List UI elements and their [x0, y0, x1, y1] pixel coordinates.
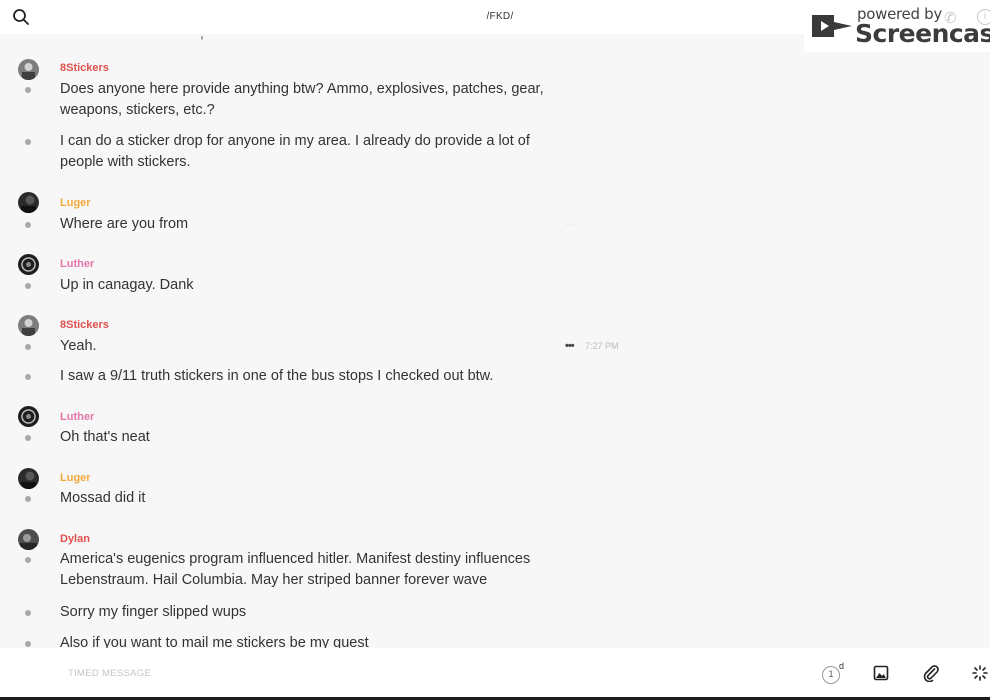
message-bullet	[25, 610, 31, 616]
message-text: Where are you from	[60, 216, 189, 232]
message-bullet	[25, 641, 31, 647]
message-menu-button[interactable]: •••	[565, 340, 575, 352]
avatar[interactable]	[18, 192, 39, 213]
message-bullet	[25, 344, 31, 350]
message-text: Yeah.	[60, 338, 97, 352]
message-text: Oh that's neat	[60, 429, 150, 445]
message-text: Mossad did it	[60, 490, 146, 506]
message-text: Also if you want to mail me stickers be …	[60, 635, 369, 648]
avatar-image	[18, 529, 39, 550]
message-feed: , 8Stickers Does anyone here provide any…	[0, 34, 990, 648]
avatar-image	[18, 315, 39, 336]
avatar-image	[18, 59, 39, 80]
message-composer: TIMED MESSAGE 1 d	[0, 648, 990, 700]
message-timestamp: 7:27 PM	[585, 341, 619, 351]
avatar[interactable]	[18, 59, 39, 80]
info-icon[interactable]: i	[977, 9, 990, 25]
message-text: I can do a sticker drop for anyone in my…	[60, 133, 530, 170]
image-icon[interactable]	[873, 665, 889, 681]
message-bullet	[25, 496, 31, 502]
timer-unit-label: d	[839, 661, 845, 671]
message-input[interactable]: TIMED MESSAGE	[68, 668, 151, 679]
avatar-image	[18, 192, 39, 213]
avatar[interactable]	[18, 529, 39, 550]
phone-icon[interactable]: ✆	[944, 9, 957, 27]
faded-message-timestamp: •••	[565, 220, 585, 230]
timer-button[interactable]: 1	[822, 666, 840, 684]
message-text: I saw a 9/11 truth stickers in one of th…	[60, 368, 494, 384]
avatar[interactable]	[18, 315, 39, 336]
message-username[interactable]: Luther	[60, 411, 94, 423]
message-username[interactable]: 8Stickers	[60, 62, 109, 74]
message-username[interactable]: 8Stickers	[60, 319, 109, 331]
message-bullet	[25, 435, 31, 441]
message-text: Does anyone here provide anything btw? A…	[60, 81, 544, 118]
avatar[interactable]	[18, 468, 39, 489]
message-username[interactable]: Luther	[60, 258, 94, 270]
message-bullet	[25, 557, 31, 563]
avatar[interactable]	[18, 406, 39, 427]
clipped-message-text: ,	[200, 34, 204, 41]
message-username[interactable]: Luger	[60, 197, 91, 209]
paperclip-icon[interactable]	[922, 664, 940, 682]
message-username[interactable]: Dylan	[60, 533, 90, 545]
message-bullet	[25, 283, 31, 289]
message-username[interactable]: Luger	[60, 472, 91, 484]
message-bullet	[25, 139, 31, 145]
message-text: America's eugenics program influenced hi…	[60, 551, 531, 588]
message-bullet	[25, 374, 31, 380]
message-bullet	[25, 222, 31, 228]
message-bullet	[25, 87, 31, 93]
avatar-image	[18, 406, 39, 427]
message-text: Up in canagay. Dank	[60, 277, 194, 293]
avatar-image	[18, 254, 39, 275]
avatar[interactable]	[18, 254, 39, 275]
message-text: Sorry my finger slipped wups	[60, 604, 247, 620]
loading-spinner-icon[interactable]	[972, 665, 988, 681]
avatar-image	[18, 468, 39, 489]
